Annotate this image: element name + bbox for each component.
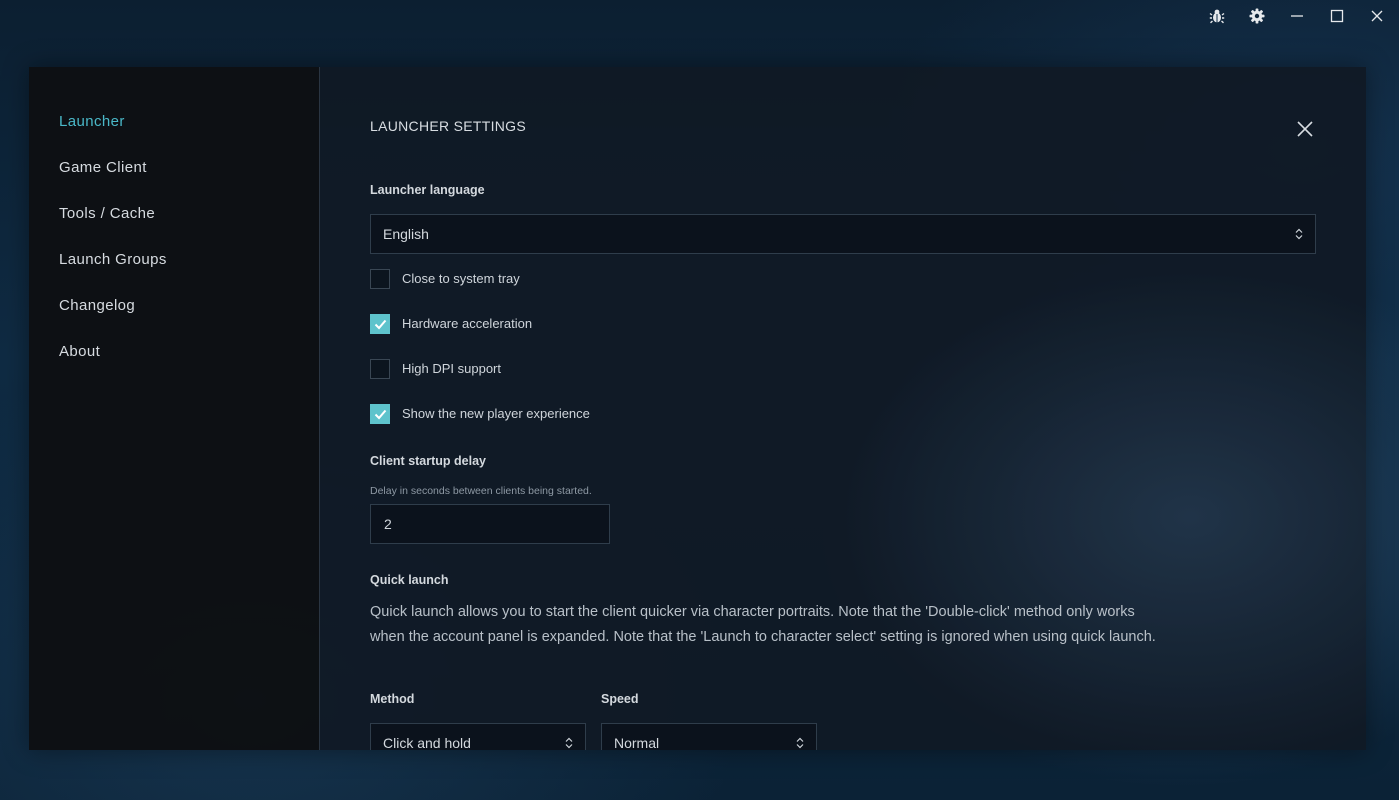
- minimize-button[interactable]: [1282, 2, 1312, 30]
- method-select[interactable]: Click and hold: [370, 723, 586, 750]
- minimize-icon: [1291, 15, 1303, 17]
- speed-select-value: Normal: [614, 735, 660, 750]
- sidebar-item-launch-groups[interactable]: Launch Groups: [59, 250, 167, 270]
- chevron-up-down-icon: [565, 737, 573, 749]
- speed-select[interactable]: Normal: [601, 723, 817, 750]
- close-to-tray-label[interactable]: Close to system tray: [402, 271, 520, 286]
- quick-launch-label: Quick launch: [370, 573, 449, 587]
- close-to-tray-checkbox[interactable]: [370, 269, 390, 289]
- sidebar-item-about[interactable]: About: [59, 342, 100, 362]
- maximize-button[interactable]: [1322, 2, 1352, 30]
- quick-launch-description: Quick launch allows you to start the cli…: [370, 604, 1156, 645]
- settings-panel: Launcher Game Client Tools / Cache Launc…: [29, 67, 1366, 750]
- sidebar-item-game-client[interactable]: Game Client: [59, 158, 147, 178]
- close-icon: [1297, 121, 1313, 137]
- startup-delay-label: Client startup delay: [370, 454, 486, 468]
- language-select-value: English: [383, 226, 429, 242]
- new-player-experience-label[interactable]: Show the new player experience: [402, 406, 590, 421]
- language-select[interactable]: English: [370, 214, 1316, 254]
- bug-report-button[interactable]: [1202, 2, 1232, 30]
- close-settings-button[interactable]: [1293, 117, 1317, 141]
- hardware-acceleration-label[interactable]: Hardware acceleration: [402, 316, 532, 331]
- hardware-acceleration-checkbox[interactable]: [370, 314, 390, 334]
- check-icon: [374, 409, 387, 420]
- chevron-up-down-icon: [1295, 228, 1303, 240]
- maximize-icon: [1330, 9, 1344, 23]
- language-label: Launcher language: [370, 183, 485, 197]
- sidebar-item-changelog[interactable]: Changelog: [59, 296, 135, 316]
- new-player-experience-checkbox[interactable]: [370, 404, 390, 424]
- settings-content: LAUNCHER SETTINGS Launcher language Engl…: [320, 67, 1366, 750]
- chevron-up-down-icon: [796, 737, 804, 749]
- high-dpi-checkbox[interactable]: [370, 359, 390, 379]
- startup-delay-hint: Delay in seconds between clients being s…: [370, 485, 592, 497]
- check-icon: [374, 319, 387, 330]
- gear-icon: [1249, 8, 1265, 24]
- page-title: LAUNCHER SETTINGS: [370, 118, 527, 134]
- high-dpi-label[interactable]: High DPI support: [402, 361, 501, 376]
- window-close-button[interactable]: [1362, 2, 1392, 30]
- speed-label: Speed: [601, 692, 639, 706]
- sidebar-item-launcher[interactable]: Launcher: [59, 112, 125, 132]
- settings-sidebar: Launcher Game Client Tools / Cache Launc…: [29, 67, 320, 750]
- close-icon: [1371, 10, 1383, 22]
- method-select-value: Click and hold: [383, 735, 471, 750]
- startup-delay-input[interactable]: 2: [370, 504, 610, 544]
- method-label: Method: [370, 692, 415, 706]
- title-bar: [0, 0, 1399, 34]
- sidebar-item-tools-cache[interactable]: Tools / Cache: [59, 204, 155, 224]
- settings-button[interactable]: [1242, 2, 1272, 30]
- bug-icon: [1209, 9, 1225, 24]
